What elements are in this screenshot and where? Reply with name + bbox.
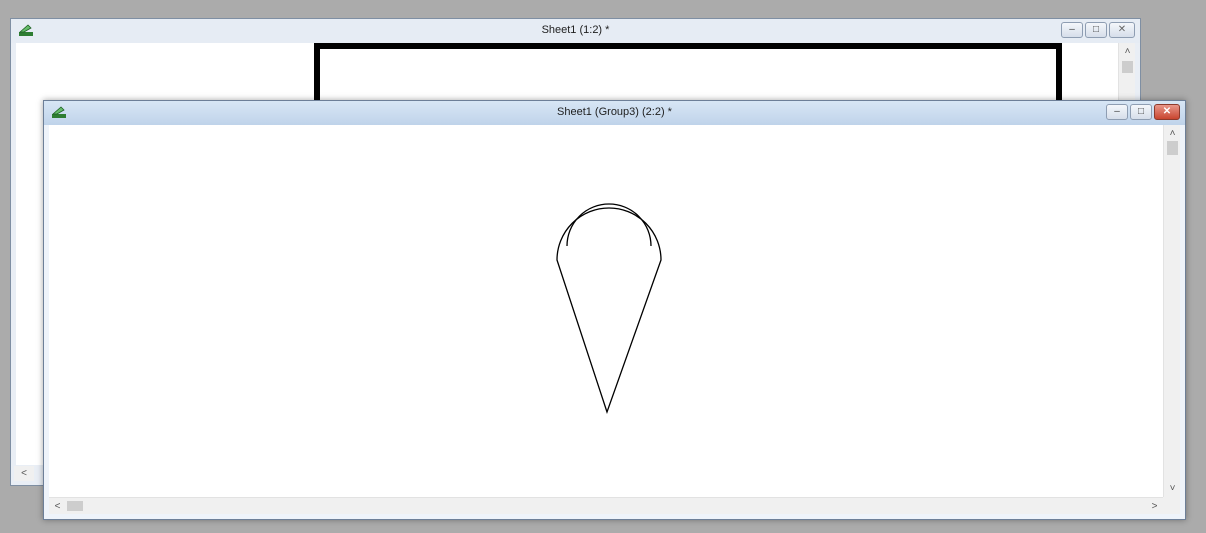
scroll-up-icon[interactable]: ˄ bbox=[1164, 125, 1181, 142]
scroll-down-icon[interactable]: ˅ bbox=[1164, 480, 1181, 497]
scroll-thumb[interactable] bbox=[1122, 61, 1133, 73]
maximize-button[interactable]: □ bbox=[1085, 22, 1107, 38]
scroll-thumb-vertical[interactable] bbox=[1167, 141, 1178, 155]
window-controls: – □ ✕ bbox=[1061, 22, 1135, 38]
scroll-left-icon[interactable]: < bbox=[49, 498, 66, 515]
window-controls: – □ ✕ bbox=[1106, 104, 1180, 120]
title-bar[interactable]: Sheet1 (1:2) * – □ ✕ bbox=[11, 19, 1140, 43]
window-title: Sheet1 (Group3) (2:2) * bbox=[557, 106, 672, 118]
scroll-up-icon[interactable]: ˄ bbox=[1119, 43, 1136, 60]
drawing-canvas[interactable]: ˄ ˅ < > bbox=[49, 125, 1180, 514]
scroll-thumb-horizontal[interactable] bbox=[67, 501, 83, 511]
sheet1-group3-window[interactable]: Sheet1 (Group3) (2:2) * – □ ✕ ˄ ˅ < > bbox=[43, 100, 1186, 520]
scroll-right-icon[interactable]: > bbox=[1146, 498, 1163, 515]
minimize-button[interactable]: – bbox=[1061, 22, 1083, 38]
horizontal-scrollbar[interactable]: < > bbox=[49, 497, 1163, 514]
map-pin-shape[interactable] bbox=[549, 180, 669, 415]
minimize-button[interactable]: – bbox=[1106, 104, 1128, 120]
title-bar[interactable]: Sheet1 (Group3) (2:2) * – □ ✕ bbox=[44, 101, 1185, 125]
maximize-button[interactable]: □ bbox=[1130, 104, 1152, 120]
scroll-left-icon[interactable]: < bbox=[14, 466, 34, 481]
vertical-scrollbar[interactable]: ˄ ˅ bbox=[1163, 125, 1180, 497]
resize-grip[interactable] bbox=[1163, 497, 1180, 514]
window-title: Sheet1 (1:2) * bbox=[541, 24, 610, 36]
close-button[interactable]: ✕ bbox=[1154, 104, 1180, 120]
close-button[interactable]: ✕ bbox=[1109, 22, 1135, 38]
